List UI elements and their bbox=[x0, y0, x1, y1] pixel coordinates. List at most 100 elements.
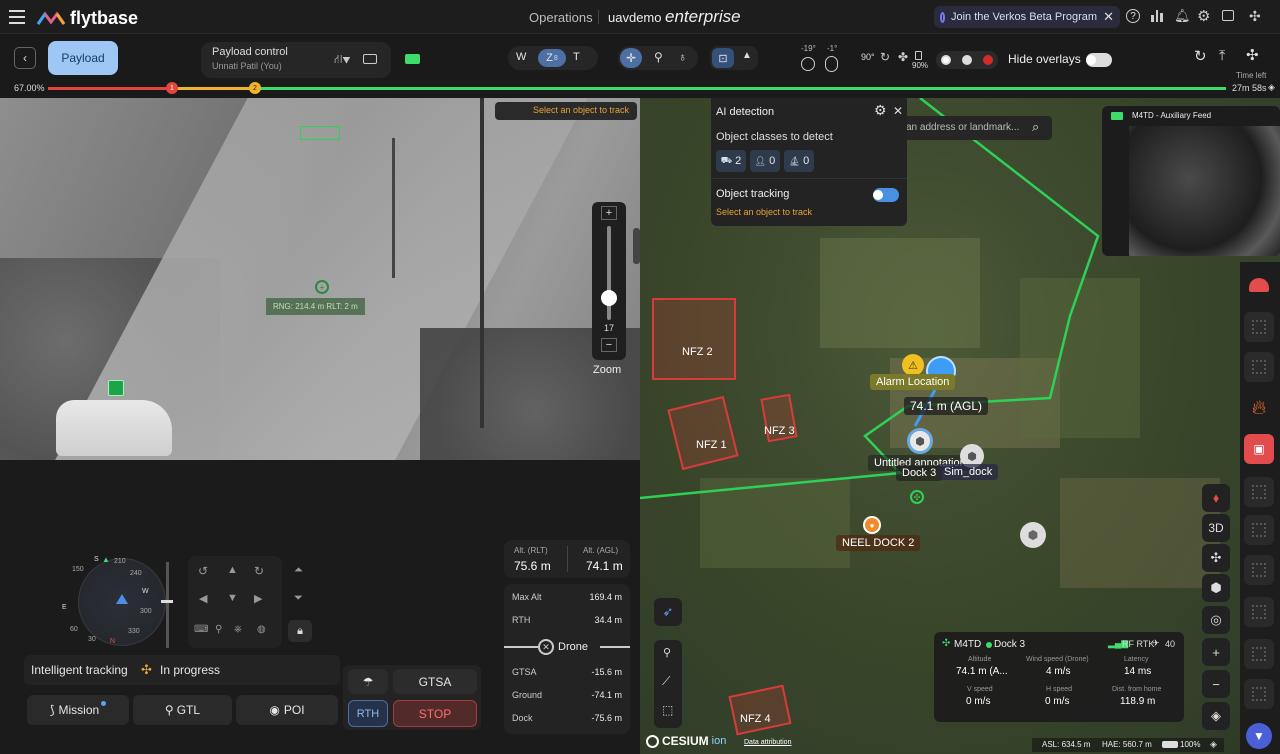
map-zoom-out-button[interactable]: − bbox=[1202, 670, 1230, 698]
altitude-slider-thumb[interactable] bbox=[161, 600, 173, 603]
poi-button[interactable]: ◉ POI bbox=[236, 695, 338, 725]
home-point-icon[interactable]: ✣ bbox=[910, 490, 924, 504]
draw-area-icon[interactable]: ⬚ bbox=[662, 703, 673, 717]
alarm-location-tag[interactable]: Alarm Location bbox=[870, 374, 956, 390]
alarm-siren-button[interactable] bbox=[1244, 270, 1274, 300]
joystick-icon[interactable]: ⛙▾ bbox=[334, 52, 351, 68]
widget-button-8[interactable] bbox=[1244, 679, 1274, 709]
refresh-icon[interactable]: ↻ bbox=[1194, 47, 1207, 65]
zoom-slider-thumb[interactable] bbox=[601, 290, 617, 306]
forward-icon[interactable]: ▲ bbox=[227, 564, 238, 576]
nfz-zone-2[interactable] bbox=[652, 298, 736, 380]
close-icon[interactable]: ✕ bbox=[1103, 9, 1114, 25]
keyboard-icon[interactable] bbox=[363, 54, 377, 64]
ascend-icon[interactable]: ⏶ bbox=[294, 564, 303, 577]
lens-wide-button[interactable]: W bbox=[516, 51, 526, 63]
settings-gear-icon[interactable]: ⚙ bbox=[1197, 7, 1210, 25]
pin-icon[interactable]: ♁ bbox=[678, 50, 687, 64]
record-video-button[interactable]: ▣ bbox=[1244, 434, 1274, 464]
rotate-right-icon[interactable]: ↻ bbox=[254, 564, 264, 578]
map-view[interactable]: NFZ 2 NFZ 1 NFZ 3 NFZ 4 ⚠ Alarm Location… bbox=[640, 98, 1280, 754]
draw-line-icon[interactable]: ⟋ bbox=[662, 674, 670, 689]
progress-marker-2[interactable]: 2 bbox=[249, 82, 261, 94]
altitude-slider[interactable] bbox=[166, 562, 169, 648]
fan-icon[interactable]: ✤ bbox=[898, 50, 908, 64]
record-mode-toggle[interactable] bbox=[936, 51, 998, 69]
keyboard-mode-icon[interactable]: ⌨ bbox=[194, 624, 208, 635]
help-icon[interactable]: ? bbox=[1126, 9, 1140, 23]
gamepad-mode-icon[interactable]: ⎈ bbox=[234, 624, 242, 635]
left-icon[interactable]: ◀ bbox=[199, 592, 207, 605]
dock-focus-button[interactable]: ⬢ bbox=[1202, 574, 1230, 602]
detected-car[interactable] bbox=[56, 400, 172, 456]
back-button[interactable]: ‹ bbox=[14, 47, 36, 69]
parachute-button[interactable]: ☂ bbox=[348, 669, 388, 694]
class-boat-chip[interactable]: ⛵︎ 0 bbox=[784, 150, 814, 172]
widget-button-2[interactable] bbox=[1244, 352, 1274, 382]
neel-dock-icon[interactable]: ● bbox=[863, 516, 881, 534]
mouse-mode-icon[interactable]: ⚲ bbox=[215, 624, 222, 635]
mission-button[interactable]: ⟆ Mission bbox=[27, 695, 129, 725]
my-location-button[interactable]: ◎ bbox=[1202, 606, 1230, 634]
ai-close-icon[interactable]: ✕ bbox=[893, 104, 903, 118]
rth-button[interactable]: RTH bbox=[348, 700, 388, 727]
backward-icon[interactable]: ▼ bbox=[227, 592, 238, 604]
notification-bell-icon[interactable]: 🔔︎ bbox=[1174, 8, 1191, 24]
map-tool-cursor-button[interactable]: ➶ bbox=[654, 598, 682, 626]
descend-icon[interactable]: ⏷ bbox=[294, 592, 303, 605]
map-layers-button[interactable]: ◈ bbox=[1202, 702, 1230, 730]
draw-point-icon[interactable]: ⚲ bbox=[663, 646, 671, 659]
takeoff-icon[interactable]: ⤒ bbox=[1219, 47, 1225, 64]
progress-marker-1[interactable]: 1 bbox=[166, 82, 178, 94]
widget-button-6[interactable] bbox=[1244, 597, 1274, 627]
data-attribution-link[interactable]: Data attribution bbox=[744, 739, 791, 746]
ai-detection-button[interactable]: ⊡ bbox=[712, 48, 734, 68]
hide-overlays-toggle[interactable] bbox=[1086, 53, 1112, 67]
class-vehicle-chip[interactable]: ⛟ 2 bbox=[716, 150, 746, 172]
widget-button-7[interactable] bbox=[1244, 639, 1274, 669]
dock-icon[interactable]: ⬢ bbox=[1020, 522, 1046, 548]
stop-button[interactable]: STOP bbox=[393, 700, 477, 727]
operations-link[interactable]: Operations bbox=[529, 10, 593, 25]
assistant-button[interactable]: ▼ bbox=[1246, 723, 1272, 749]
location-pin-icon[interactable]: ⚲ bbox=[654, 50, 663, 64]
video-camera-icon[interactable] bbox=[405, 54, 420, 64]
payload-button[interactable]: Payload bbox=[48, 41, 118, 75]
auxiliary-feed[interactable]: M4TD - Auxiliary Feed bbox=[1102, 106, 1280, 256]
car-detection-marker[interactable] bbox=[108, 380, 124, 396]
gtl-button[interactable]: ⚲ GTL bbox=[133, 695, 232, 725]
hamburger-menu-icon[interactable] bbox=[9, 10, 25, 24]
record-off-icon[interactable] bbox=[941, 55, 952, 65]
record-red-icon[interactable] bbox=[982, 55, 993, 65]
widget-button-1[interactable] bbox=[1244, 312, 1274, 342]
drone-focus-button[interactable]: ✣ bbox=[1202, 544, 1230, 572]
ai-settings-icon[interactable]: ⚙ bbox=[874, 102, 887, 119]
drone-settings-icon[interactable]: ✣ bbox=[1246, 46, 1259, 64]
right-icon[interactable]: ▶ bbox=[254, 592, 262, 605]
widget-button-5[interactable] bbox=[1244, 555, 1274, 585]
object-tracking-toggle[interactable] bbox=[873, 188, 899, 202]
gift-icon[interactable] bbox=[1222, 10, 1234, 21]
alarm-warning-icon[interactable]: ⚠ bbox=[902, 354, 924, 376]
panel-resize-handle[interactable] bbox=[633, 228, 640, 264]
crosshair-button[interactable]: ✛ bbox=[620, 48, 642, 68]
beta-program-banner[interactable]: Join the Verkos Beta Program ✕ bbox=[934, 6, 1120, 28]
fire-detection-button[interactable]: 🔥︎ bbox=[1244, 393, 1274, 423]
compass-north-button[interactable]: ⬧ bbox=[1202, 484, 1230, 512]
widget-button-3[interactable] bbox=[1244, 477, 1274, 507]
rotate-left-icon[interactable]: ↺ bbox=[198, 564, 208, 578]
lens-thermal-button[interactable]: T bbox=[573, 51, 580, 63]
globe-mode-icon[interactable]: ◍ bbox=[257, 624, 266, 635]
class-person-chip[interactable]: 👤︎ 0 bbox=[750, 150, 780, 172]
rotate-icon[interactable]: ↻ bbox=[880, 50, 890, 64]
search-input[interactable]: an address or landmark... bbox=[906, 122, 1019, 133]
map-zoom-in-button[interactable]: + bbox=[1202, 638, 1230, 666]
view-3d-button[interactable]: 3D bbox=[1202, 514, 1230, 542]
gtsa-button[interactable]: GTSA bbox=[393, 669, 477, 694]
record-white-icon[interactable] bbox=[961, 55, 972, 65]
drone-icon[interactable]: ✣ bbox=[1249, 8, 1261, 25]
lens-zoom-button[interactable]: Z8 bbox=[538, 49, 566, 67]
chevron-up-icon[interactable]: ▲ bbox=[742, 50, 752, 61]
zoom-in-button[interactable]: + bbox=[601, 206, 617, 220]
lock-button[interactable]: 🔒︎ bbox=[288, 620, 312, 642]
